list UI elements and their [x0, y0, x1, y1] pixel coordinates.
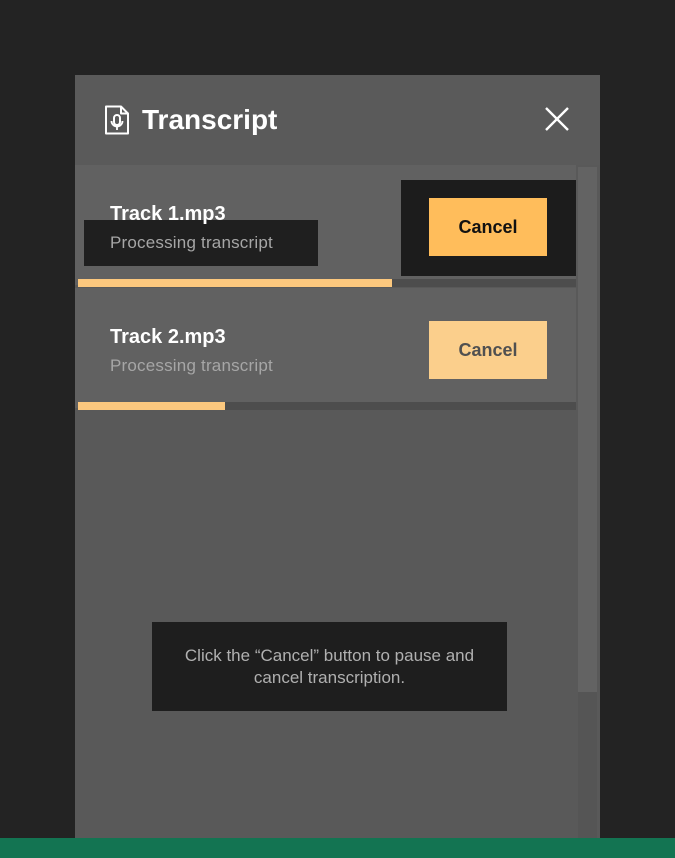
file-name: Track 1.mp3 — [110, 203, 226, 225]
close-button[interactable] — [543, 105, 571, 133]
scrollbar-thumb[interactable] — [578, 167, 597, 692]
progress-fill — [78, 279, 392, 287]
instruction-tooltip: Click the “Cancel” button to pause and c… — [152, 622, 507, 711]
bottom-status-bar — [0, 838, 675, 858]
progress-bar — [78, 402, 576, 410]
file-name: Track 2.mp3 — [110, 326, 226, 348]
tooltip-text: Click the “Cancel” button to pause and c… — [184, 645, 475, 687]
cancel-button[interactable]: Cancel — [429, 321, 547, 379]
transcript-mic-document-icon — [104, 105, 130, 135]
progress-fill — [78, 402, 225, 410]
close-icon — [545, 107, 569, 131]
list-item: Track 2.mp3 Processing transcript Cancel — [75, 288, 578, 410]
status-text: Processing transcript — [110, 233, 273, 252]
list-item: Track 1.mp3 Processing transcript Cancel — [75, 165, 578, 287]
progress-bar — [78, 279, 576, 287]
transcript-dialog: Transcript Track 1.mp3 Processing transc… — [75, 75, 600, 838]
dialog-header: Transcript — [75, 75, 600, 165]
cancel-button[interactable]: Cancel — [429, 198, 547, 256]
status-text: Processing transcript — [110, 356, 273, 375]
dialog-title: Transcript — [142, 104, 278, 135]
